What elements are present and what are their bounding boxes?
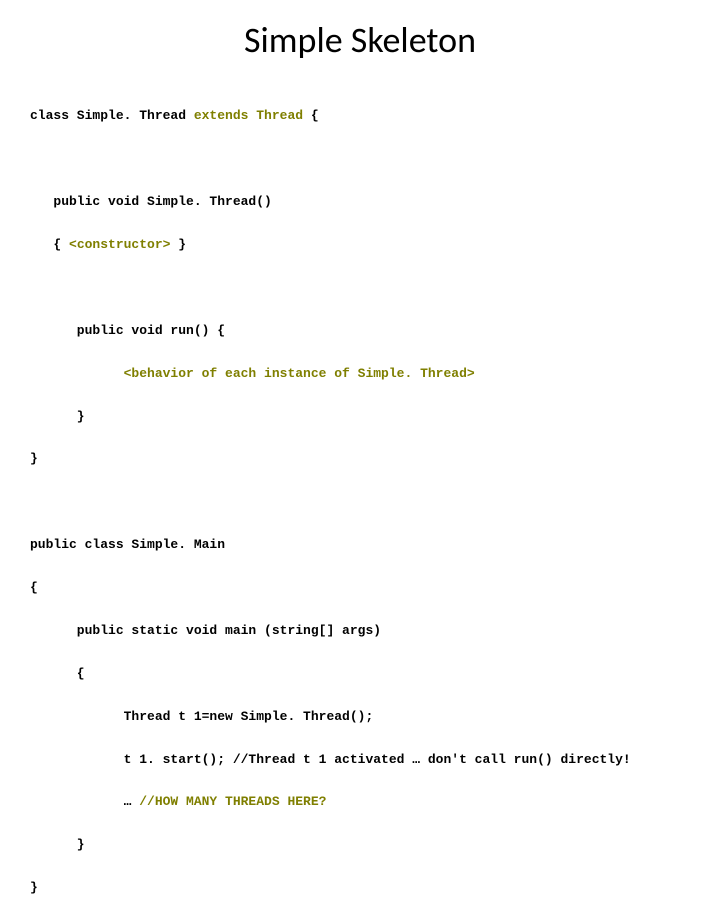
comment: //HOW MANY THREADS HERE? xyxy=(139,794,326,809)
code-text: } xyxy=(30,837,85,852)
blank-line xyxy=(30,491,690,512)
code-text: public class Simple. Main xyxy=(30,537,225,552)
code-text: … xyxy=(30,794,139,809)
code-text: { xyxy=(30,237,69,252)
code-line: t 1. start(); //Thread t 1 activated … d… xyxy=(30,749,690,770)
blank-line xyxy=(30,277,690,298)
code-text: public void run() { xyxy=(30,323,225,338)
code-text: } xyxy=(170,237,186,252)
code-line: public class Simple. Main xyxy=(30,534,690,555)
code-line: public static void main (string[] args) xyxy=(30,620,690,641)
code-text: } xyxy=(30,451,38,466)
code-line: } xyxy=(30,877,690,898)
code-text: { xyxy=(303,108,319,123)
code-line: } xyxy=(30,834,690,855)
code-text: { xyxy=(30,580,38,595)
code-text: } xyxy=(30,409,85,424)
code-line: Thread t 1=new Simple. Thread(); xyxy=(30,706,690,727)
code-line: … //HOW MANY THREADS HERE? xyxy=(30,791,690,812)
code-text: Thread t 1=new Simple. Thread(); xyxy=(30,709,373,724)
code-block: class Simple. Thread extends Thread { pu… xyxy=(0,84,720,920)
code-line: { xyxy=(30,663,690,684)
code-line: { <constructor> } xyxy=(30,234,690,255)
code-line: } xyxy=(30,448,690,469)
code-text: } xyxy=(30,880,38,895)
slide-title: Simple Skeleton xyxy=(0,0,720,84)
placeholder: <behavior of each instance of Simple. Th… xyxy=(30,366,475,381)
code-text: t 1. start(); //Thread t 1 activated … d… xyxy=(30,752,631,767)
code-text: public static void main (string[] args) xyxy=(30,623,381,638)
code-line: { xyxy=(30,577,690,598)
keyword: extends Thread xyxy=(194,108,303,123)
code-line: class Simple. Thread extends Thread { xyxy=(30,105,690,126)
code-text: { xyxy=(30,666,85,681)
code-text: public void Simple. Thread() xyxy=(30,194,272,209)
blank-line xyxy=(30,148,690,169)
code-line: <behavior of each instance of Simple. Th… xyxy=(30,363,690,384)
code-line: public void run() { xyxy=(30,320,690,341)
code-text: class Simple. Thread xyxy=(30,108,194,123)
placeholder: <constructor> xyxy=(69,237,170,252)
code-line: } xyxy=(30,406,690,427)
code-line: public void Simple. Thread() xyxy=(30,191,690,212)
